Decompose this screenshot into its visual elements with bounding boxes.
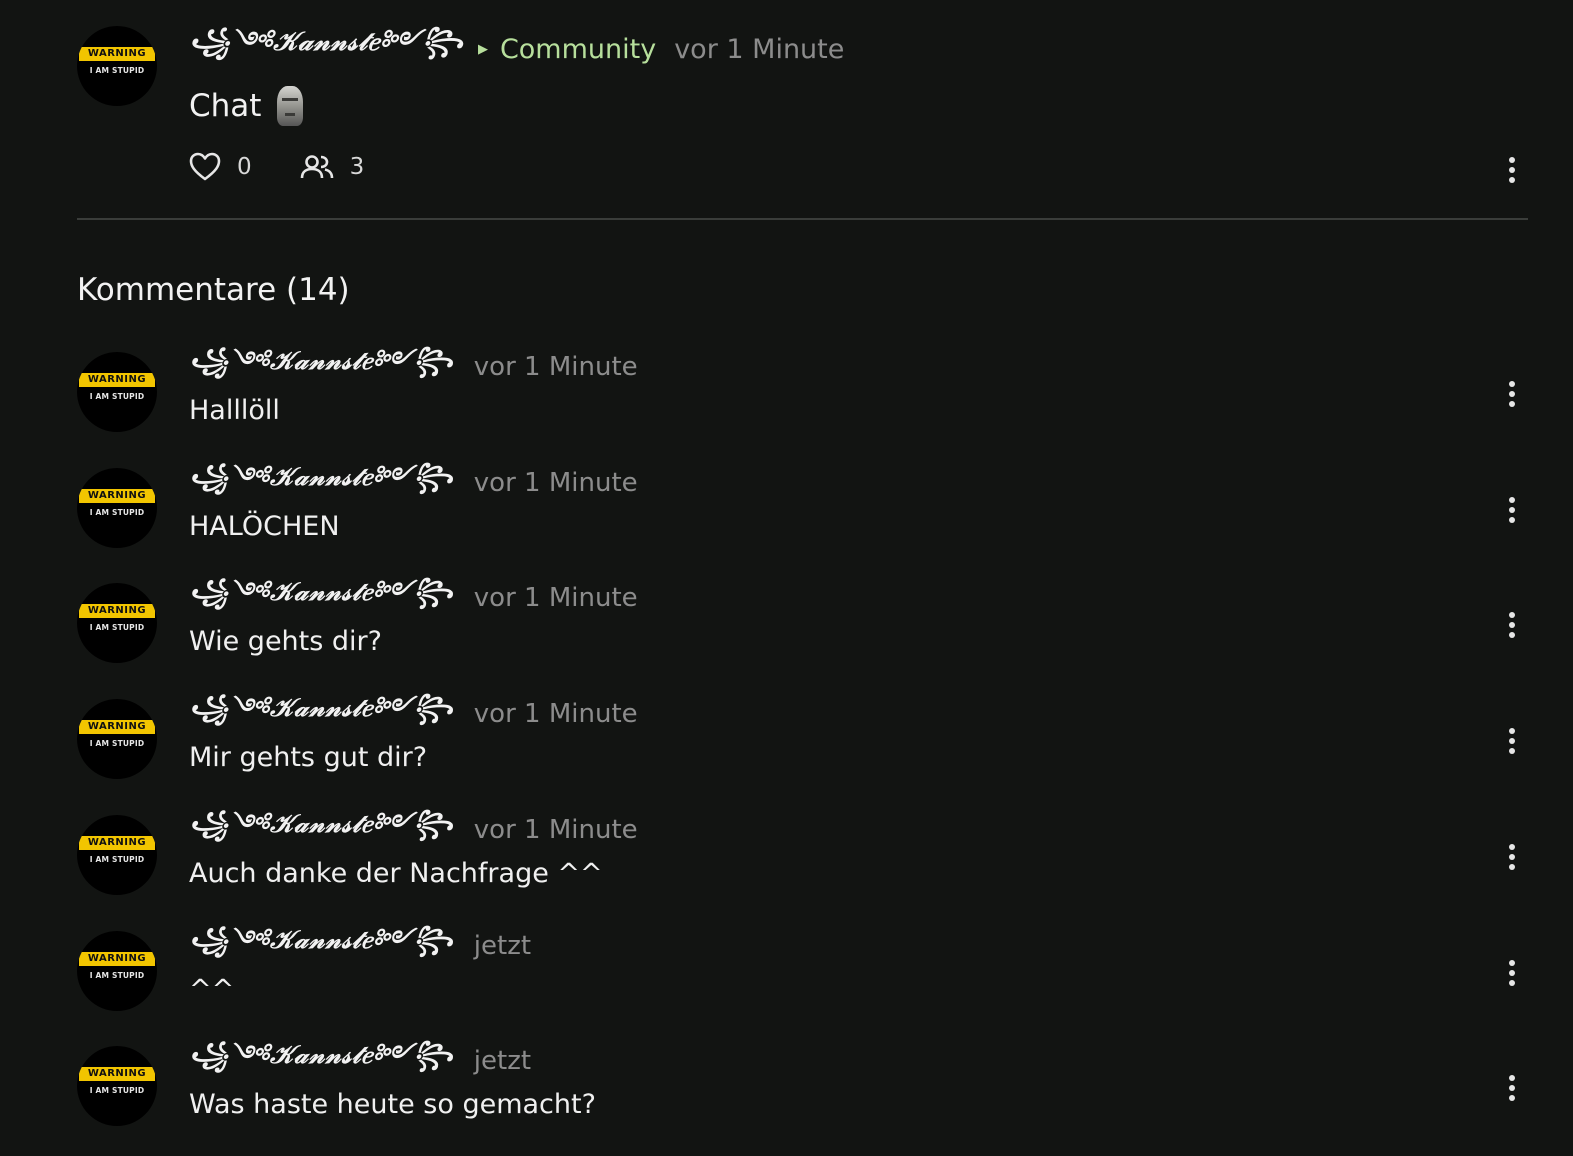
avatar-warning-label: WARNING — [79, 373, 155, 387]
avatar-sub-label: I AM STUPID — [89, 392, 145, 401]
post-title[interactable]: Chat — [189, 86, 304, 126]
avatar-warning-label: WARNING — [79, 604, 155, 618]
like-button[interactable]: 0 — [189, 152, 252, 182]
post-author[interactable]: ꧁༺𝒦𝒶𝓃𝓃𝓈𝓉𝑒༻꧂ — [189, 13, 464, 86]
comment-time: vor 1 Minute — [473, 815, 638, 845]
comment-more-icon[interactable] — [1502, 1071, 1522, 1105]
comment-text: ^^ — [189, 974, 235, 1005]
comment-text: Auch danke der Nachfrage ^^ — [189, 858, 603, 889]
comment-header: ꧁༺𝒦𝒶𝓃𝓃𝓈𝓉𝑒༻꧂ vor 1 Minute — [189, 693, 638, 734]
comment-header: ꧁༺𝒦𝒶𝓃𝓃𝓈𝓉𝑒༻꧂ vor 1 Minute — [189, 462, 638, 503]
avatar-sub-label: I AM STUPID — [89, 855, 145, 864]
avatar[interactable]: WARNING I AM STUPID — [77, 352, 157, 432]
post-time: vor 1 Minute — [674, 33, 845, 65]
avatar-sub-label: I AM STUPID — [89, 66, 145, 75]
comment-more-icon[interactable] — [1502, 956, 1522, 990]
post-header: ꧁༺𝒦𝒶𝓃𝓃𝓈𝓉𝑒༻꧂ ▶ Community vor 1 Minute — [189, 27, 845, 70]
avatar-warning-label: WARNING — [79, 720, 155, 734]
participant-count: 3 — [349, 154, 365, 180]
avatar[interactable]: WARNING I AM STUPID — [77, 815, 157, 895]
like-count: 0 — [237, 154, 252, 180]
post-title-text: Chat — [189, 88, 262, 124]
comment-item: WARNING I AM STUPID ꧁༺𝒦𝒶𝓃𝓃𝓈𝓉𝑒༻꧂ vor 1 Mi… — [77, 577, 1528, 688]
comment-author[interactable]: ꧁༺𝒦𝒶𝓃𝓃𝓈𝓉𝑒༻꧂ — [189, 1026, 454, 1097]
comment-more-icon[interactable] — [1502, 840, 1522, 874]
comment-item: WARNING I AM STUPID ꧁༺𝒦𝒶𝓃𝓃𝓈𝓉𝑒༻꧂ jetzt ^^ — [77, 925, 1528, 1036]
comment-author[interactable]: ꧁༺𝒦𝒶𝓃𝓃𝓈𝓉𝑒༻꧂ — [189, 911, 454, 982]
avatar-sub-label: I AM STUPID — [89, 508, 145, 517]
avatar[interactable]: WARNING I AM STUPID — [77, 931, 157, 1011]
avatar-warning-label: WARNING — [79, 47, 155, 61]
avatar-sub-label: I AM STUPID — [89, 739, 145, 748]
comment-time: vor 1 Minute — [473, 583, 638, 613]
comment-time: vor 1 Minute — [473, 468, 638, 498]
comment-author[interactable]: ꧁༺𝒦𝒶𝓃𝓃𝓈𝓉𝑒༻꧂ — [189, 679, 454, 750]
comments-heading: Kommentare (14) — [77, 272, 350, 308]
comment-time: vor 1 Minute — [473, 352, 638, 382]
comment-header: ꧁༺𝒦𝒶𝓃𝓃𝓈𝓉𝑒༻꧂ jetzt — [189, 925, 532, 966]
comment-text: Was haste heute so gemacht? — [189, 1089, 596, 1120]
comment-time: vor 1 Minute — [473, 699, 638, 729]
post-more-icon[interactable] — [1502, 153, 1522, 187]
post-card: WARNING I AM STUPID ꧁༺𝒦𝒶𝓃𝓃𝓈𝓉𝑒༻꧂ ▶ Commun… — [77, 26, 1528, 219]
avatar-sub-label: I AM STUPID — [89, 971, 145, 980]
comment-more-icon[interactable] — [1502, 493, 1522, 527]
comment-author[interactable]: ꧁༺𝒦𝒶𝓃𝓃𝓈𝓉𝑒༻꧂ — [189, 795, 454, 866]
comment-author[interactable]: ꧁༺𝒦𝒶𝓃𝓃𝓈𝓉𝑒༻꧂ — [189, 332, 454, 403]
divider — [77, 218, 1528, 220]
comment-header: ꧁༺𝒦𝒶𝓃𝓃𝓈𝓉𝑒༻꧂ vor 1 Minute — [189, 346, 638, 387]
comment-item: WARNING I AM STUPID ꧁༺𝒦𝒶𝓃𝓃𝓈𝓉𝑒༻꧂ vor 1 Mi… — [77, 462, 1528, 573]
comment-author[interactable]: ꧁༺𝒦𝒶𝓃𝓃𝓈𝓉𝑒༻꧂ — [189, 563, 454, 634]
avatar-sub-label: I AM STUPID — [89, 1086, 145, 1095]
avatar[interactable]: WARNING I AM STUPID — [77, 583, 157, 663]
avatar-warning-label: WARNING — [79, 952, 155, 966]
comment-text: Halllöll — [189, 395, 280, 426]
comment-item: WARNING I AM STUPID ꧁༺𝒦𝒶𝓃𝓃𝓈𝓉𝑒༻꧂ jetzt Wa… — [77, 1040, 1528, 1151]
comment-more-icon[interactable] — [1502, 377, 1522, 411]
comment-text: Mir gehts gut dir? — [189, 742, 428, 773]
avatar-warning-label: WARNING — [79, 1067, 155, 1081]
comment-text: HALÖCHEN — [189, 511, 340, 542]
avatar[interactable]: WARNING I AM STUPID — [77, 26, 157, 106]
comment-header: ꧁༺𝒦𝒶𝓃𝓃𝓈𝓉𝑒༻꧂ vor 1 Minute — [189, 577, 638, 618]
avatar[interactable]: WARNING I AM STUPID — [77, 1046, 157, 1126]
avatar-warning-label: WARNING — [79, 836, 155, 850]
comment-header: ꧁༺𝒦𝒶𝓃𝓃𝓈𝓉𝑒༻꧂ vor 1 Minute — [189, 809, 638, 850]
comment-item: WARNING I AM STUPID ꧁༺𝒦𝒶𝓃𝓃𝓈𝓉𝑒༻꧂ vor 1 Mi… — [77, 346, 1528, 457]
participants-button[interactable]: 3 — [300, 154, 365, 180]
caret-right-icon: ▶ — [477, 41, 488, 57]
avatar[interactable]: WARNING I AM STUPID — [77, 699, 157, 779]
community-link[interactable]: Community — [500, 34, 656, 65]
moai-icon — [277, 86, 304, 126]
avatar-warning-label: WARNING — [79, 489, 155, 503]
comment-item: WARNING I AM STUPID ꧁༺𝒦𝒶𝓃𝓃𝓈𝓉𝑒༻꧂ vor 1 Mi… — [77, 693, 1528, 804]
people-icon — [300, 154, 334, 180]
comment-author[interactable]: ꧁༺𝒦𝒶𝓃𝓃𝓈𝓉𝑒༻꧂ — [189, 448, 454, 519]
post-actions: 0 3 — [189, 152, 412, 182]
comment-item: WARNING I AM STUPID ꧁༺𝒦𝒶𝓃𝓃𝓈𝓉𝑒༻꧂ vor 1 Mi… — [77, 809, 1528, 920]
avatar-sub-label: I AM STUPID — [89, 623, 145, 632]
comment-text: Wie gehts dir? — [189, 626, 382, 657]
comment-more-icon[interactable] — [1502, 724, 1522, 758]
comment-time: jetzt — [473, 1046, 532, 1076]
comment-header: ꧁༺𝒦𝒶𝓃𝓃𝓈𝓉𝑒༻꧂ jetzt — [189, 1040, 532, 1081]
comment-more-icon[interactable] — [1502, 608, 1522, 642]
heart-icon — [189, 152, 221, 182]
comment-time: jetzt — [473, 931, 532, 961]
avatar[interactable]: WARNING I AM STUPID — [77, 468, 157, 548]
